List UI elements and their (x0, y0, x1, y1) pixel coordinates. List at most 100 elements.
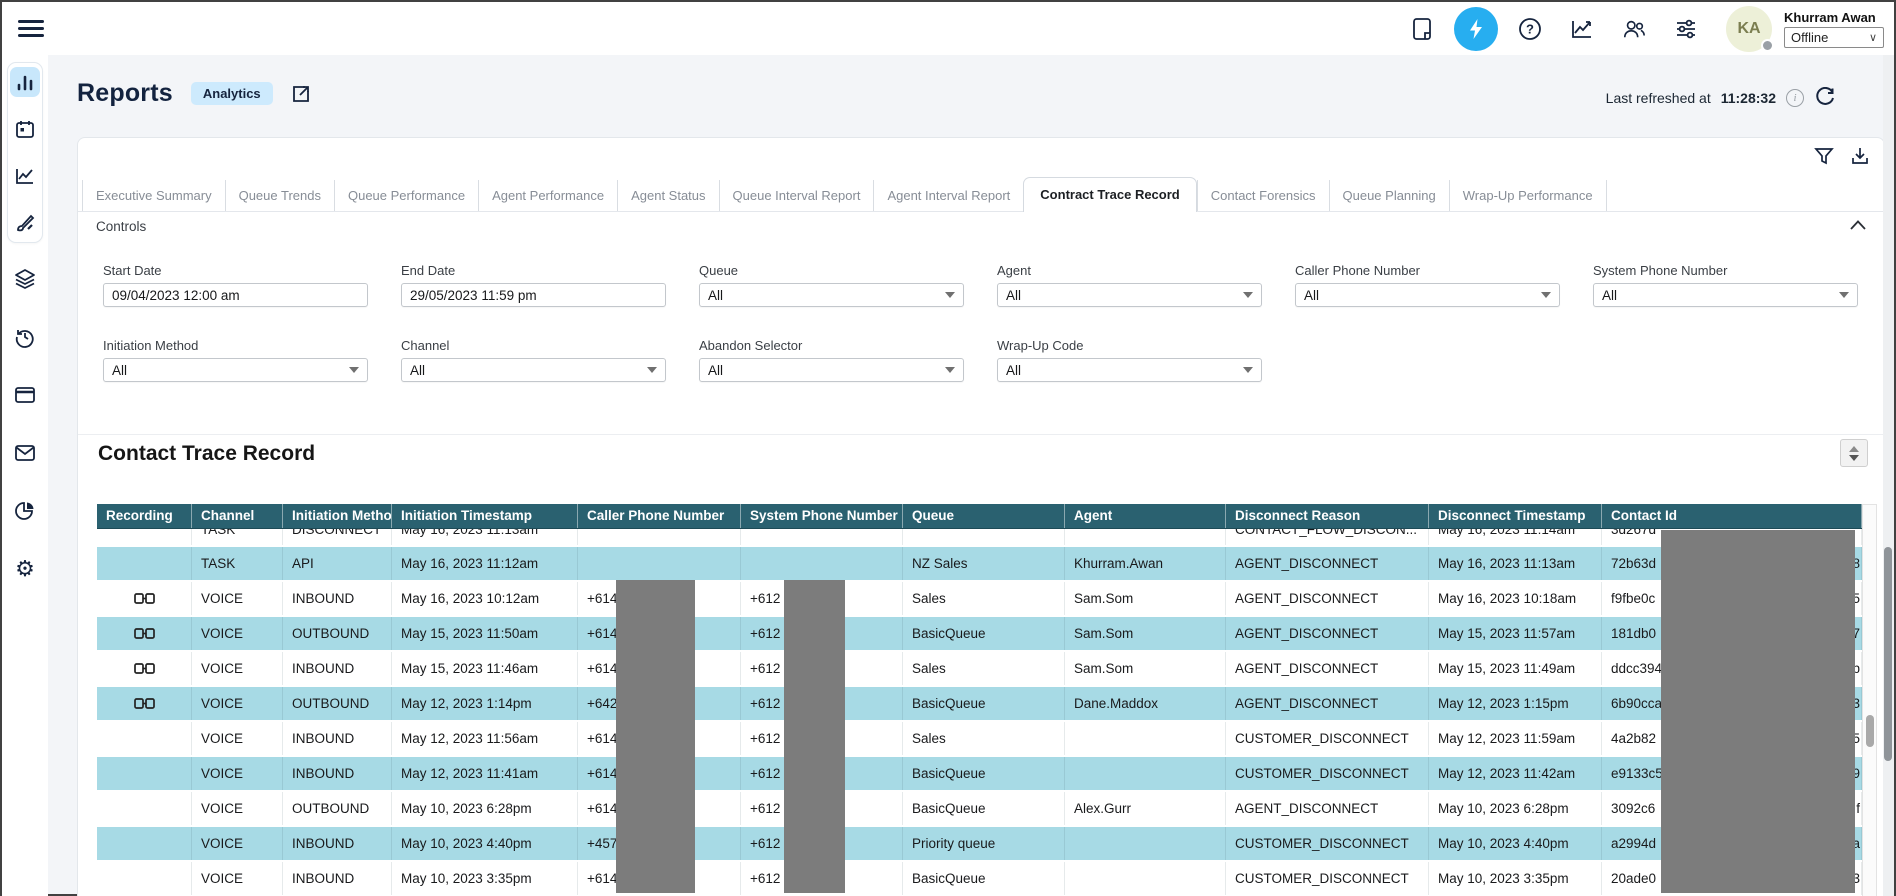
sidebar-item-mail[interactable] (13, 441, 37, 465)
table-row[interactable]: VOICEINBOUNDMay 10, 2023 4:40pm+457+612P… (97, 827, 1862, 862)
filter-select[interactable]: All (1295, 283, 1560, 307)
agents-icon[interactable] (1622, 17, 1646, 41)
hamburger-menu-icon[interactable] (18, 16, 44, 40)
quick-actions-bolt-icon[interactable] (1454, 7, 1498, 51)
recording-cell[interactable] (97, 582, 192, 615)
column-header-initiation-timestamp[interactable]: Initiation Timestamp (392, 504, 578, 528)
cell-channel: VOICE (192, 827, 283, 860)
redaction-box (616, 580, 695, 893)
user-name: Khurram Awan (1784, 10, 1876, 25)
filter-select[interactable]: All (103, 358, 368, 382)
filter-select[interactable]: All (699, 358, 964, 382)
column-header-channel[interactable]: Channel (192, 504, 283, 528)
contact-id-prefix: e9133c5 (1611, 766, 1663, 781)
tab-wrap-up-performance[interactable]: Wrap-Up Performance (1449, 180, 1607, 211)
download-icon[interactable] (1850, 146, 1870, 166)
cell-reason: CUSTOMER_DISCONNECT (1226, 757, 1429, 790)
date-input[interactable]: 09/04/2023 12:00 am (103, 283, 368, 307)
sidebar-item-reports[interactable] (10, 67, 40, 97)
cell-agent (1065, 757, 1226, 790)
table-row[interactable]: VOICEOUTBOUNDMay 10, 2023 6:28pm+614+612… (97, 792, 1862, 827)
recording-cell[interactable] (97, 687, 192, 720)
sidebar-item-browser[interactable] (13, 383, 37, 407)
column-header-agent[interactable]: Agent (1065, 504, 1226, 528)
cell-caller (578, 529, 741, 545)
column-header-queue[interactable]: Queue (903, 504, 1065, 528)
filter-select[interactable]: All (997, 283, 1262, 307)
table-row[interactable]: VOICEINBOUNDMay 12, 2023 11:56am+614+612… (97, 722, 1862, 757)
tab-agent-interval-report[interactable]: Agent Interval Report (873, 180, 1023, 211)
tab-queue-planning[interactable]: Queue Planning (1329, 180, 1449, 211)
recording-link-icon (134, 661, 155, 676)
tab-queue-performance[interactable]: Queue Performance (334, 180, 478, 211)
table-row[interactable]: VOICEINBOUNDMay 15, 2023 11:46am+614+612… (97, 652, 1862, 687)
table-title: Contact Trace Record (98, 442, 315, 466)
tab-executive-summary[interactable]: Executive Summary (82, 180, 225, 211)
sidebar-item-layers[interactable] (13, 267, 37, 291)
cell-agent (1065, 862, 1226, 895)
table-row[interactable]: VOICEOUTBOUNDMay 12, 2023 1:14pm+642+612… (97, 687, 1862, 722)
column-header-recording[interactable]: Recording (97, 504, 192, 528)
column-header-initiation-method[interactable]: Initiation Method (283, 504, 392, 528)
table-row[interactable]: TASKDISCONNECTMay 16, 2023 11:13amCONTAC… (97, 529, 1862, 547)
tab-agent-performance[interactable]: Agent Performance (478, 180, 617, 211)
sidebar-item-design[interactable] (10, 208, 40, 238)
cell-reason: AGENT_DISCONNECT (1226, 687, 1429, 720)
cell-channel: VOICE (192, 862, 283, 895)
column-header-caller-phone-number[interactable]: Caller Phone Number (578, 504, 741, 528)
page-scrollbar-thumb[interactable] (1884, 547, 1892, 761)
contact-id-prefix: 6b90cca (1611, 696, 1662, 711)
step-up-icon[interactable] (1849, 446, 1859, 452)
sidebar-item-schedule[interactable] (10, 114, 40, 144)
tab-contract-trace-record[interactable]: Contract Trace Record (1023, 177, 1196, 212)
collapse-chevron-icon[interactable] (1850, 219, 1866, 231)
info-icon[interactable]: i (1786, 89, 1804, 107)
column-header-disconnect-timestamp[interactable]: Disconnect Timestamp (1429, 504, 1602, 528)
table-row[interactable]: TASKAPIMay 16, 2023 11:12amNZ SalesKhurr… (97, 547, 1862, 582)
help-icon[interactable]: ? (1518, 17, 1542, 41)
contact-id-prefix: 4a2b82 (1611, 731, 1656, 746)
column-header-contact-id[interactable]: Contact Id (1602, 504, 1862, 528)
column-header-system-phone-number[interactable]: System Phone Number (741, 504, 903, 528)
cell-channel: TASK (192, 529, 283, 545)
sidebar-item-history[interactable] (13, 325, 37, 349)
sidebar-item-trends[interactable] (10, 161, 40, 191)
filter-icon[interactable] (1814, 146, 1834, 166)
date-input[interactable]: 29/05/2023 11:59 pm (401, 283, 666, 307)
table-row[interactable]: VOICEOUTBOUNDMay 15, 2023 11:50am+614+61… (97, 617, 1862, 652)
cell-disc_ts: May 15, 2023 11:49am (1429, 652, 1602, 685)
field-label: Queue (699, 263, 964, 278)
column-header-disconnect-reason[interactable]: Disconnect Reason (1226, 504, 1429, 528)
layers-icon (14, 268, 36, 290)
cell-queue (903, 529, 1065, 545)
filter-select[interactable]: All (401, 358, 666, 382)
agent-status-select[interactable]: Offline∨ (1784, 27, 1884, 48)
tab-queue-trends[interactable]: Queue Trends (225, 180, 334, 211)
control-field: AgentAll (997, 263, 1262, 307)
recording-cell[interactable] (97, 652, 192, 685)
cell-queue: Priority queue (903, 827, 1065, 860)
line-chart-icon[interactable] (1570, 17, 1594, 41)
external-link-icon[interactable] (291, 84, 311, 104)
notes-icon[interactable] (1410, 17, 1434, 41)
table-row[interactable]: VOICEINBOUNDMay 10, 2023 3:35pm+614+612B… (97, 862, 1862, 896)
sliders-icon[interactable] (1674, 17, 1698, 41)
contact-id-prefix: 72b63d (1611, 556, 1656, 571)
table-row[interactable]: VOICEINBOUNDMay 12, 2023 11:41am+614+612… (97, 757, 1862, 792)
filter-select[interactable]: All (699, 283, 964, 307)
filter-select[interactable]: All (1593, 283, 1858, 307)
refresh-icon[interactable] (1814, 87, 1836, 109)
tab-queue-interval-report[interactable]: Queue Interval Report (719, 180, 874, 211)
tab-contact-forensics[interactable]: Contact Forensics (1197, 180, 1329, 211)
step-down-icon[interactable] (1849, 455, 1859, 461)
table-scrollbar-thumb[interactable] (1866, 715, 1874, 747)
cell-method: OUTBOUND (283, 792, 392, 825)
cell-channel: VOICE (192, 757, 283, 790)
sidebar-item-pie[interactable] (13, 499, 37, 523)
recording-cell[interactable] (97, 617, 192, 650)
table-row[interactable]: VOICEINBOUNDMay 16, 2023 10:12am+614+612… (97, 582, 1862, 617)
control-field: End Date29/05/2023 11:59 pm (401, 263, 666, 307)
filter-select[interactable]: All (997, 358, 1262, 382)
sidebar-item-settings[interactable]: ⚙ (13, 557, 37, 581)
tab-agent-status[interactable]: Agent Status (617, 180, 718, 211)
